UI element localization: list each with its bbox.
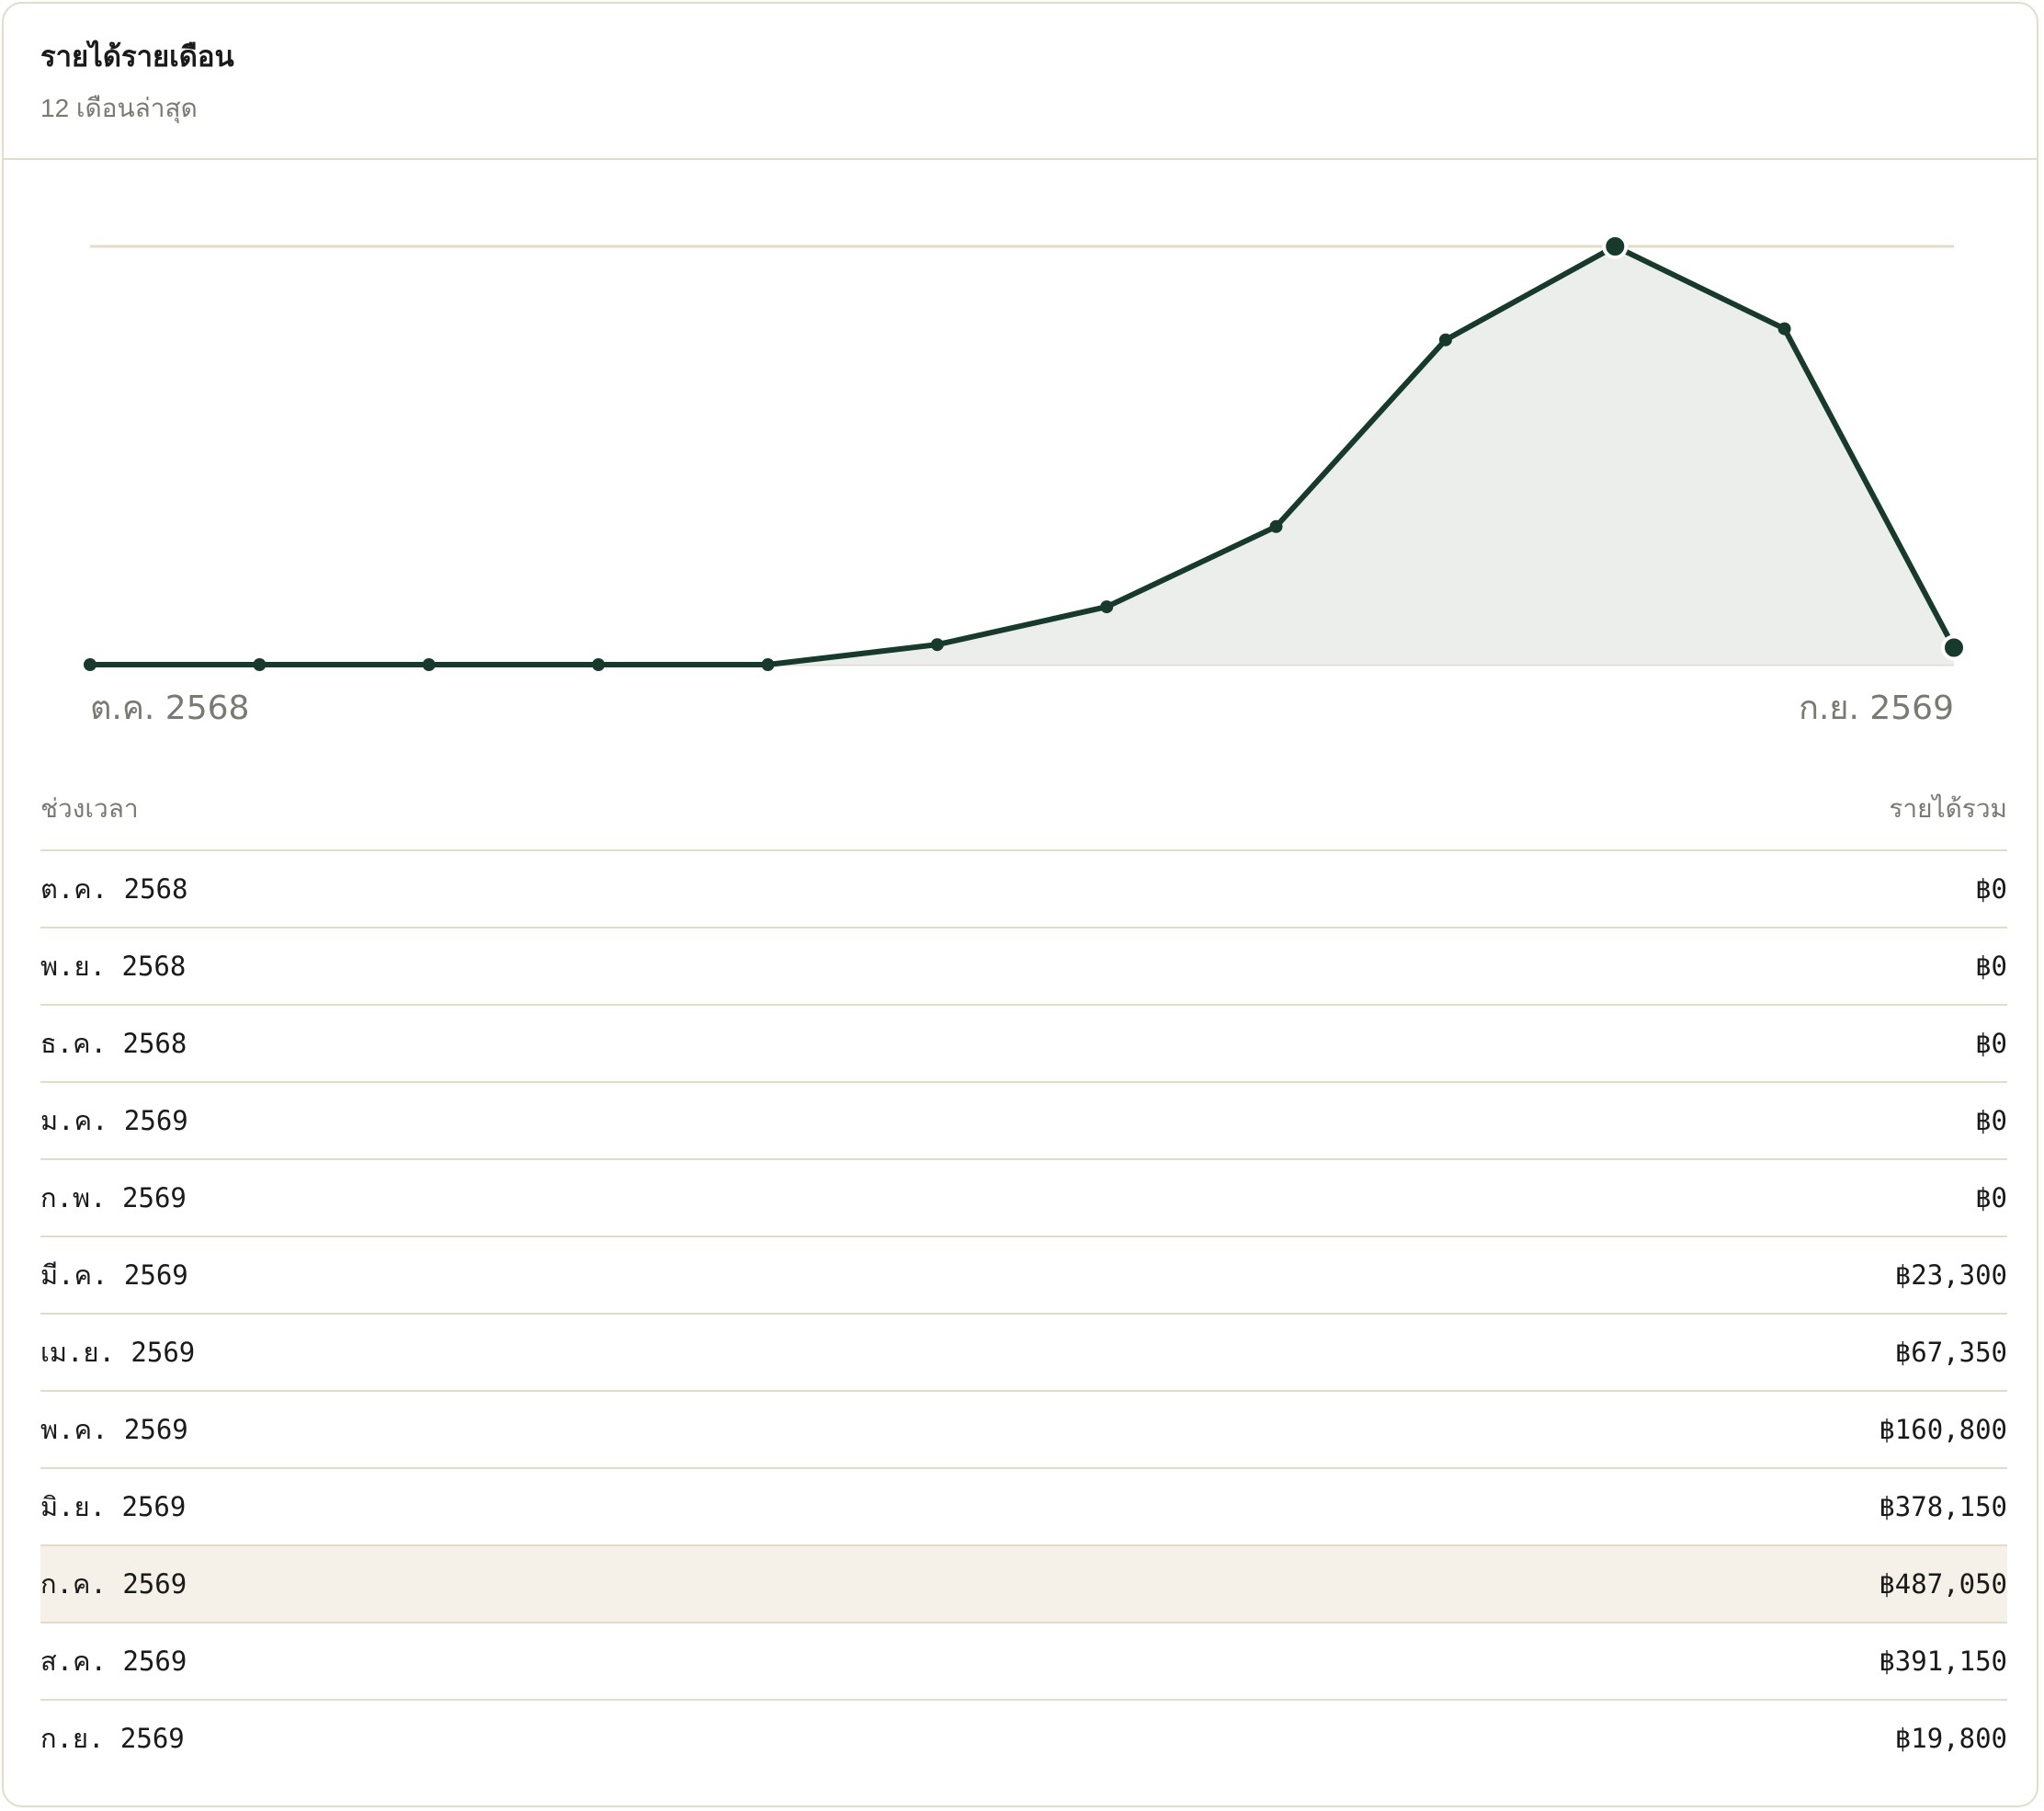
x-axis-label-first: ต.ค. 2568 xyxy=(90,689,249,727)
row-total: ฿0 xyxy=(1975,1105,2007,1136)
row-total: ฿67,350 xyxy=(1894,1337,2007,1368)
table-row[interactable]: ส.ค. 2569 ฿391,150 xyxy=(40,1623,2007,1701)
row-period: มิ.ย. 2569 xyxy=(40,1491,187,1522)
column-header-total: รายได้รวม xyxy=(1889,794,2007,823)
chart-point[interactable] xyxy=(1100,600,1114,614)
card-subtitle: 12 เดือนล่าสุด xyxy=(40,94,198,122)
chart-point[interactable] xyxy=(1777,322,1791,336)
chart-point[interactable] xyxy=(761,658,775,671)
chart-point[interactable] xyxy=(592,658,606,671)
row-period: ต.ค. 2568 xyxy=(40,873,188,905)
card-header: รายได้รายเดือน 12 เดือนล่าสุด xyxy=(4,4,2037,160)
row-period: พ.ย. 2568 xyxy=(40,951,187,982)
revenue-table: ช่วงเวลา รายได้รวม ต.ค. 2568 ฿0 พ.ย. 2568 ฿… xyxy=(40,781,2007,1778)
row-total: ฿0 xyxy=(1975,951,2007,982)
row-total: ฿391,150 xyxy=(1879,1646,2007,1677)
chart-point[interactable] xyxy=(422,658,436,671)
table-row[interactable]: ธ.ค. 2568 ฿0 xyxy=(40,1006,2007,1083)
row-total: ฿19,800 xyxy=(1894,1723,2007,1754)
row-period: ธ.ค. 2568 xyxy=(40,1028,187,1059)
chart-point[interactable] xyxy=(253,658,267,671)
row-total: ฿23,300 xyxy=(1894,1259,2007,1291)
chart-point[interactable] xyxy=(1602,233,1629,259)
x-axis-label-last: ก.ย. 2569 xyxy=(1799,689,1954,727)
chart-point[interactable] xyxy=(1941,634,1967,661)
row-period: ก.พ. 2569 xyxy=(40,1182,187,1213)
monthly-revenue-card: รายได้รายเดือน 12 เดือนล่าสุด ต.ค. 2568 … xyxy=(2,2,2038,1807)
table-row[interactable]: ก.พ. 2569 ฿0 xyxy=(40,1160,2007,1237)
row-period: เม.ย. 2569 xyxy=(40,1337,196,1368)
table-row[interactable]: เม.ย. 2569 ฿67,350 xyxy=(40,1315,2007,1392)
row-period: ม.ค. 2569 xyxy=(40,1105,188,1136)
table-row[interactable]: พ.ย. 2568 ฿0 xyxy=(40,928,2007,1006)
table-row[interactable]: มิ.ย. 2569 ฿378,150 xyxy=(40,1469,2007,1546)
row-period: มี.ค. 2569 xyxy=(40,1259,188,1291)
row-period: ก.ย. 2569 xyxy=(40,1723,185,1754)
chart-point[interactable] xyxy=(1438,333,1452,347)
row-period: ส.ค. 2569 xyxy=(40,1646,187,1677)
row-total: ฿160,800 xyxy=(1879,1414,2007,1445)
row-total: ฿0 xyxy=(1975,1182,2007,1213)
row-total: ฿487,050 xyxy=(1879,1568,2007,1600)
row-total: ฿378,150 xyxy=(1879,1491,2007,1522)
table-header: ช่วงเวลา รายได้รวม xyxy=(40,781,2007,851)
table-row[interactable]: ก.ค. 2569 ฿487,050 xyxy=(40,1546,2007,1623)
column-header-period: ช่วงเวลา xyxy=(40,794,139,823)
table-row[interactable]: ก.ย. 2569 ฿19,800 xyxy=(40,1701,2007,1778)
table-row[interactable]: ต.ค. 2568 ฿0 xyxy=(40,851,2007,928)
row-period: พ.ค. 2569 xyxy=(40,1414,188,1445)
row-total: ฿0 xyxy=(1975,873,2007,905)
chart-area xyxy=(90,246,1954,665)
row-total: ฿0 xyxy=(1975,1028,2007,1059)
table-body: ต.ค. 2568 ฿0 พ.ย. 2568 ฿0 ธ.ค. 2568 ฿0 ม.ค. 25… xyxy=(40,851,2007,1778)
chart-point[interactable] xyxy=(84,658,97,671)
revenue-line-chart: ต.ค. 2568 ก.ย. 2569 xyxy=(84,233,1967,727)
card-title: รายได้รายเดือน xyxy=(40,40,234,73)
chart-point[interactable] xyxy=(930,638,944,652)
table-row[interactable]: พ.ค. 2569 ฿160,800 xyxy=(40,1392,2007,1469)
chart-point[interactable] xyxy=(1269,519,1283,533)
table-row[interactable]: มี.ค. 2569 ฿23,300 xyxy=(40,1237,2007,1315)
row-period: ก.ค. 2569 xyxy=(40,1568,187,1600)
table-row[interactable]: ม.ค. 2569 ฿0 xyxy=(40,1083,2007,1160)
